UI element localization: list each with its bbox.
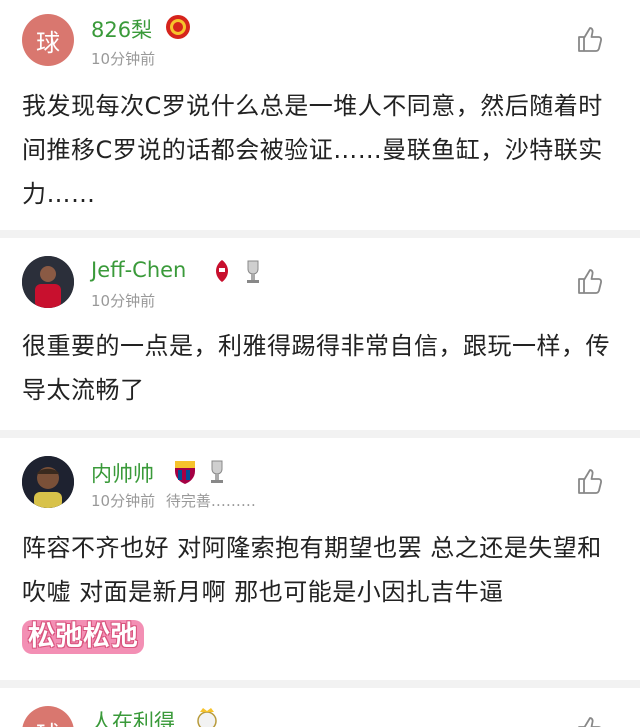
sticker: 松弛松弛 bbox=[22, 620, 144, 654]
comment-meta: 10分钟前 bbox=[91, 48, 161, 69]
thumbs-up-icon[interactable] bbox=[575, 266, 605, 296]
comment-item: 内帅帅 10分钟前 待完善……… 阵容不齐也好 对阿隆索抱有期望也罢 总之还是失… bbox=[0, 438, 640, 680]
comment-body: 阵容不齐也好 对阿隆索抱有期望也罢 总之还是失望和吹嘘 对面是新月啊 那也可能是… bbox=[22, 526, 622, 658]
thumbs-up-icon[interactable] bbox=[575, 466, 605, 496]
comment-item: 球 826梨 10分钟前 我发现每次C罗说什么总是一堆人不同意，然后随着时间推移… bbox=[0, 0, 640, 230]
player-photo-icon bbox=[22, 256, 74, 308]
badge-group bbox=[172, 458, 228, 486]
comment-meta: 10分钟前 待完善……… bbox=[91, 490, 262, 511]
divider bbox=[0, 680, 640, 688]
comment-body: 我发现每次C罗说什么总是一堆人不同意，然后随着时间推移C罗说的话都会被验证……曼… bbox=[22, 92, 603, 208]
avatar-text: 球 bbox=[36, 715, 60, 727]
barcelona-crest-icon bbox=[175, 461, 195, 484]
player-photo-icon bbox=[22, 456, 74, 508]
comment-meta: 10分钟前 bbox=[91, 290, 161, 311]
timestamp: 10分钟前 bbox=[91, 492, 156, 510]
divider bbox=[0, 430, 640, 438]
avatar[interactable]: 球 bbox=[22, 706, 74, 727]
real-madrid-crest-icon bbox=[197, 708, 217, 727]
comment-item: 球 人在利得 bbox=[0, 688, 640, 727]
comment-body: 很重要的一点是，利雅得踢得非常自信，跟玩一样，传导太流畅了 bbox=[22, 332, 610, 404]
trophy-icon bbox=[211, 460, 223, 483]
comment-body-text: 阵容不齐也好 对阿隆索抱有期望也罢 总之还是失望和吹嘘 对面是新月啊 那也可能是… bbox=[22, 534, 602, 606]
timestamp: 10分钟前 bbox=[91, 50, 156, 68]
avatar[interactable] bbox=[22, 256, 74, 308]
avatar[interactable]: 球 bbox=[22, 14, 74, 66]
thumbs-up-icon[interactable] bbox=[575, 24, 605, 54]
manchester-united-crest-icon bbox=[166, 15, 190, 39]
badge-group bbox=[165, 14, 191, 40]
username[interactable]: 826梨 bbox=[91, 14, 152, 44]
avatar-text: 球 bbox=[36, 28, 60, 57]
badge-group bbox=[196, 706, 218, 727]
username[interactable]: 人在利得 bbox=[91, 706, 175, 727]
badge-group bbox=[210, 258, 264, 286]
comment-item: Jeff-Chen 10分钟前 很重要的一点是，利雅得踢得非常自信，跟玩一样，传… bbox=[0, 238, 640, 430]
timestamp: 10分钟前 bbox=[91, 292, 156, 310]
liverpool-crest-icon bbox=[216, 260, 228, 282]
username[interactable]: Jeff-Chen bbox=[91, 258, 186, 282]
status-text: 待完善……… bbox=[165, 492, 256, 510]
avatar[interactable] bbox=[22, 456, 74, 508]
username[interactable]: 内帅帅 bbox=[91, 458, 154, 488]
thumbs-up-icon[interactable] bbox=[575, 714, 605, 727]
divider bbox=[0, 230, 640, 238]
trophy-icon bbox=[247, 260, 259, 283]
